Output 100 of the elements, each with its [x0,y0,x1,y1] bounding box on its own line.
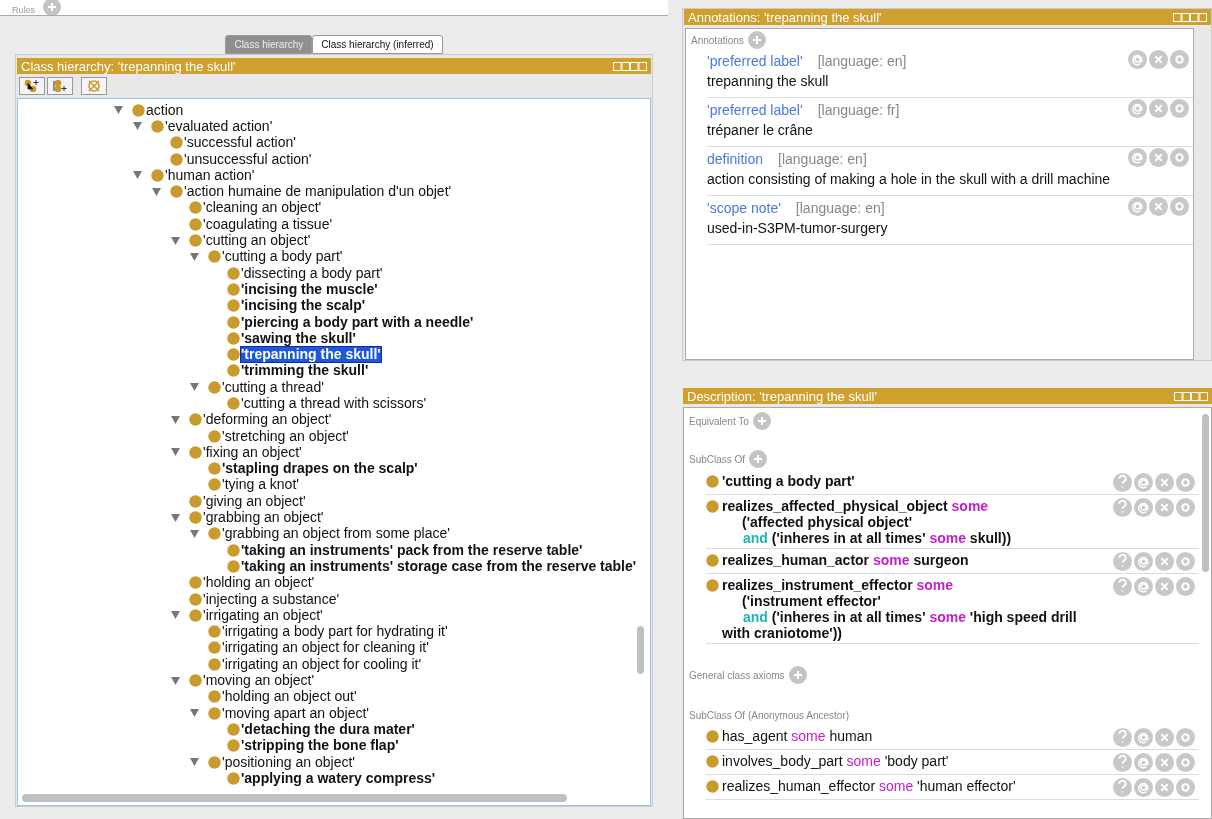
annotate-icon[interactable] [1134,552,1153,571]
expanded-arrow-icon[interactable] [171,676,180,685]
tree-item[interactable]: 'coagulating a tissue' [203,216,333,232]
tree-item[interactable]: 'trimming the skull' [241,363,369,379]
help-icon[interactable] [1113,728,1132,747]
edit-icon[interactable] [1176,778,1195,797]
annotate-icon[interactable] [1134,753,1153,772]
edit-icon[interactable] [1170,197,1189,216]
expanded-arrow-icon[interactable] [190,529,199,538]
annotate-icon[interactable] [1128,50,1147,69]
tree-item[interactable]: 'unsuccessful action' [184,151,312,167]
delete-icon[interactable] [1155,753,1174,772]
delete-icon[interactable] [1149,197,1168,216]
vertical-scrollbar[interactable] [1202,414,1209,572]
annotation-property[interactable]: 'scope note' [707,198,781,218]
view-controls-icon[interactable] [1173,12,1207,22]
help-icon[interactable] [1113,473,1132,492]
add-icon[interactable] [749,450,768,468]
view-controls-icon[interactable] [613,61,647,71]
add-icon[interactable] [43,0,61,15]
tree-item[interactable]: 'sawing the skull' [241,330,356,346]
annotate-icon[interactable] [1134,498,1153,517]
tree-item[interactable]: 'giving an object' [203,493,306,509]
tree-item[interactable]: 'cutting a body part' [222,249,343,265]
tree-item[interactable]: 'action humaine de manipulation d'un objet' [184,184,452,200]
annotate-icon[interactable] [1128,148,1147,167]
delete-icon[interactable] [1149,50,1168,69]
edit-icon[interactable] [1176,577,1195,596]
annotation-property[interactable]: 'preferred label' [707,100,803,120]
delete-icon[interactable] [1155,778,1174,797]
tree-item[interactable]: 'incising the muscle' [241,281,378,297]
annotate-icon[interactable] [1134,778,1153,797]
tree-item[interactable]: 'dissecting a body part' [241,265,383,281]
expanded-arrow-icon[interactable] [171,611,180,620]
tree-item[interactable]: 'trepanning the skull' [241,347,381,363]
add-icon[interactable] [747,31,766,49]
edit-icon[interactable] [1170,50,1189,69]
tree-item[interactable]: 'irrigating an object for cleaning it' [222,640,429,656]
tree-item[interactable]: 'incising the scalp' [241,298,366,314]
annotate-icon[interactable] [1134,473,1153,492]
expanded-arrow-icon[interactable] [171,415,180,424]
edit-icon[interactable] [1170,148,1189,167]
tree-item[interactable]: 'positioning an object' [222,754,355,770]
edit-icon[interactable] [1176,473,1195,492]
delete-icon[interactable] [1155,577,1174,596]
help-icon[interactable] [1113,552,1132,571]
tree-item[interactable]: 'evaluated action' [165,118,273,134]
help-icon[interactable] [1113,778,1132,797]
help-icon[interactable] [1113,753,1132,772]
expanded-arrow-icon[interactable] [171,513,180,522]
annotation-property[interactable]: definition [707,149,764,169]
tree-item[interactable]: 'moving apart an object' [222,705,369,721]
tree-item[interactable]: 'grabbing an object' [203,510,324,526]
tab[interactable]: Class hierarchy (inferred) [312,35,443,54]
edit-icon[interactable] [1176,498,1195,517]
help-icon[interactable] [1113,577,1132,596]
tree-item[interactable]: 'grabbing an object from some place' [222,526,450,542]
delete-icon[interactable] [1149,99,1168,118]
tree-item[interactable]: 'irrigating an object' [203,607,323,623]
delete-class-button[interactable] [81,77,107,95]
expanded-arrow-icon[interactable] [190,383,199,392]
delete-icon[interactable] [1155,552,1174,571]
expanded-arrow-icon[interactable] [171,236,180,245]
tree-item[interactable]: 'applying a watery compress' [241,770,436,786]
help-icon[interactable] [1113,498,1132,517]
vertical-scrollbar[interactable] [637,626,644,674]
annotation-property[interactable]: 'preferred label' [707,51,803,71]
annotate-icon[interactable] [1134,577,1153,596]
tree-item[interactable]: 'holding an object out' [222,689,357,705]
edit-icon[interactable] [1170,99,1189,118]
tree-item[interactable]: 'cutting a thread' [222,379,324,395]
tree-item[interactable]: 'stretching an object' [222,428,349,444]
tree-item[interactable]: 'stapling drapes on the scalp' [222,461,418,477]
tree-item[interactable]: 'detaching the dura mater' [241,721,415,737]
edit-icon[interactable] [1176,728,1195,747]
expanded-arrow-icon[interactable] [171,448,180,457]
expanded-arrow-icon[interactable] [190,758,199,766]
tree-item[interactable]: 'stripping the bone flap' [241,738,399,754]
tree-item[interactable]: 'cleaning an object' [203,200,322,216]
tree-item[interactable]: 'taking an instruments' pack from the reserve table' [241,542,583,558]
tree-item[interactable]: 'cutting an object' [203,233,311,248]
annotate-icon[interactable] [1128,99,1147,118]
tree-item[interactable]: 'taking an instruments' storage case from the reserve table' [241,558,637,574]
expanded-arrow-icon[interactable] [190,709,199,718]
tree-item[interactable]: 'irrigating a body part for hydrating it' [222,624,448,640]
edit-icon[interactable] [1176,753,1195,772]
edit-icon[interactable] [1176,552,1195,571]
tree-item[interactable]: 'fixing an object' [203,444,302,460]
tree-item[interactable]: 'moving an object' [203,673,315,689]
delete-icon[interactable] [1155,728,1174,747]
tree-item[interactable]: 'irrigating an object for cooling it' [222,656,422,672]
expanded-arrow-icon[interactable] [190,252,199,261]
tree-item[interactable]: 'cutting a thread with scissors' [241,396,427,411]
delete-icon[interactable] [1155,498,1174,517]
expanded-arrow-icon[interactable] [133,122,142,131]
horizontal-scrollbar[interactable] [22,794,567,802]
delete-icon[interactable] [1155,473,1174,492]
delete-icon[interactable] [1149,148,1168,167]
expanded-arrow-icon[interactable] [114,106,123,115]
add-icon[interactable] [788,666,807,684]
